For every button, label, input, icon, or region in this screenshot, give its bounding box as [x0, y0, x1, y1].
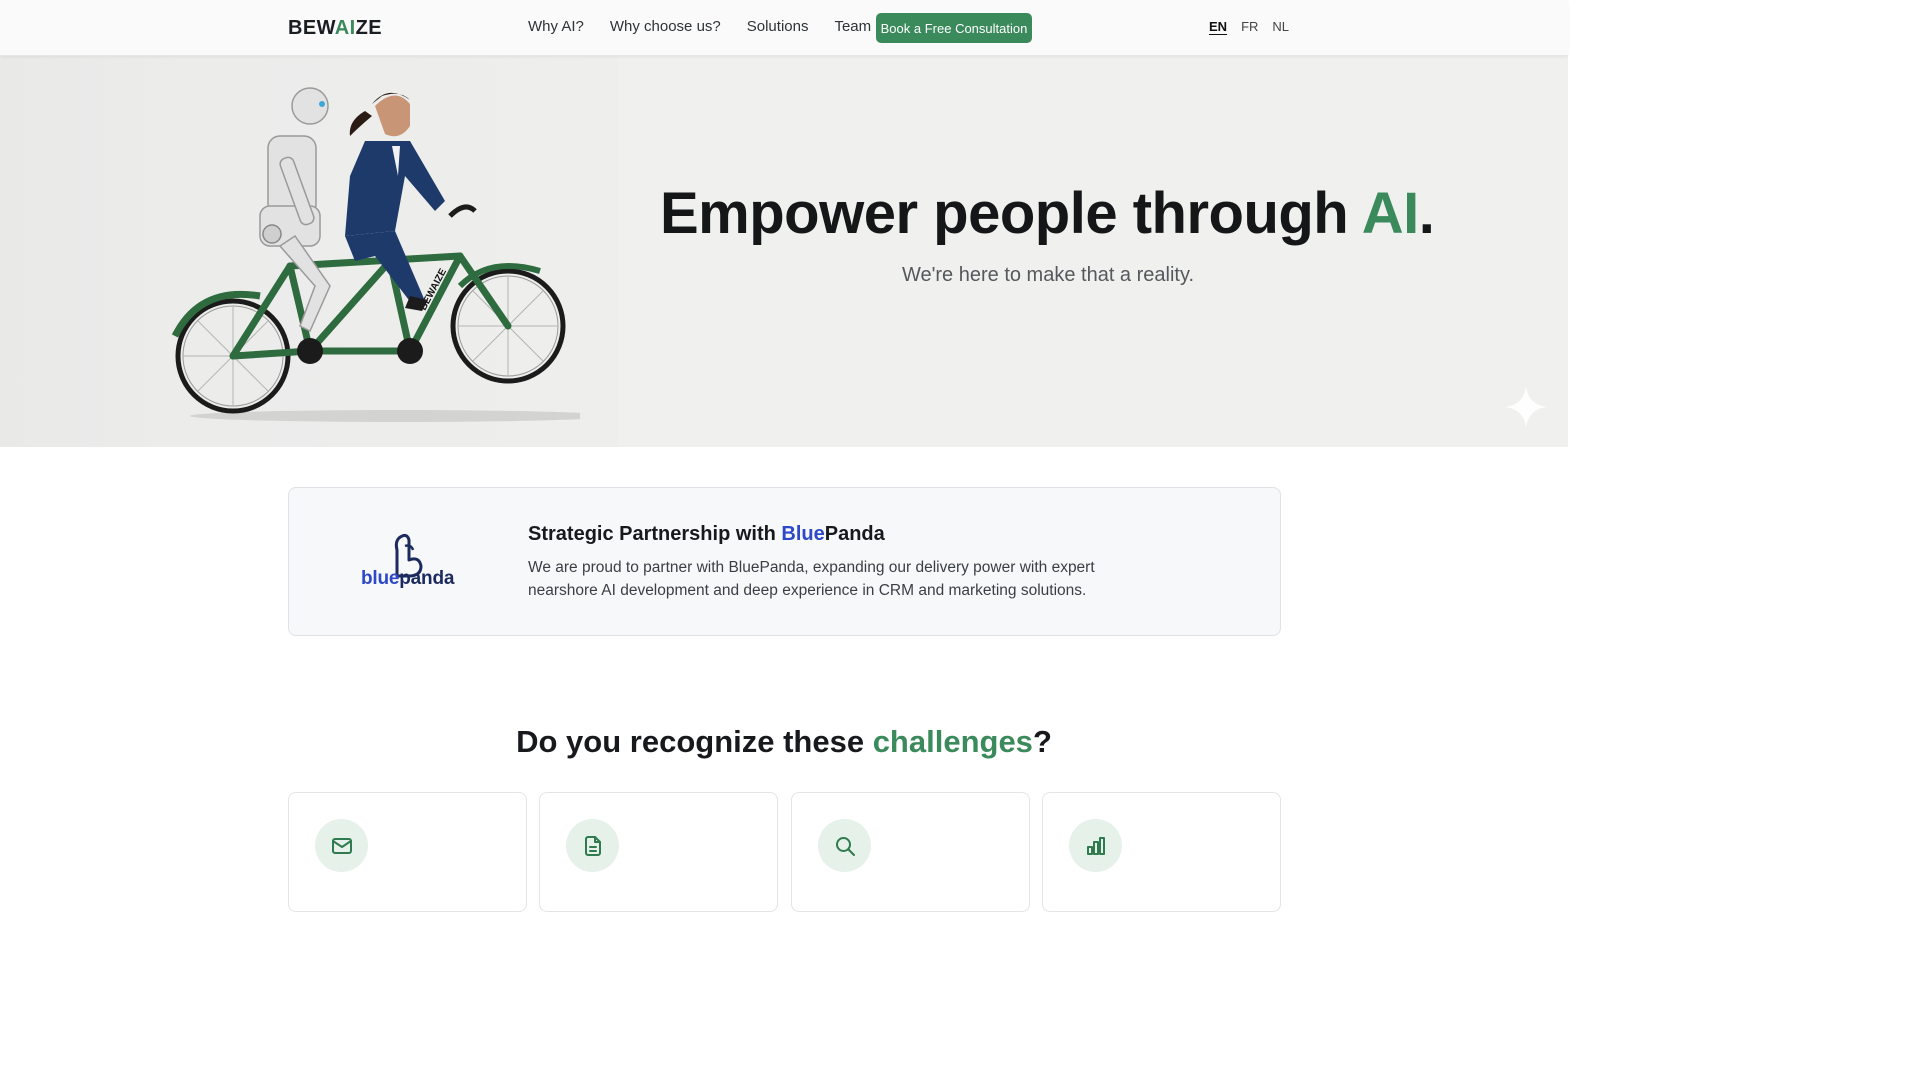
challenges-title-highlight: challenges [872, 724, 1033, 759]
hero-title-main: Empower people through [660, 181, 1362, 246]
search-icon [818, 819, 871, 872]
partnership-title-blue: Blue [781, 523, 825, 545]
hero-subtitle: We're here to make that a reality. [901, 264, 1195, 286]
partnership-description: We are proud to partner with BluePanda, … [528, 559, 1095, 599]
lang-en[interactable]: EN [1209, 19, 1227, 34]
bluepanda-logo-text: bluepanda [361, 568, 454, 590]
site-logo[interactable]: BEWAIZE [288, 17, 382, 40]
lang-fr[interactable]: FR [1241, 19, 1258, 34]
challenges-title: Do you recognize these challenges? [0, 724, 1568, 760]
partnership-title-panda: Panda [824, 523, 885, 545]
main-nav: Why AI? Why choose us? Solutions Team [528, 18, 871, 35]
bluepanda-logo-panda: panda [399, 568, 455, 589]
challenge-card-chart[interactable] [1042, 792, 1281, 912]
book-consultation-button[interactable]: Book a Free Consultation [876, 13, 1032, 43]
challenge-card-search[interactable] [791, 792, 1030, 912]
language-switcher: EN FR NL [1209, 19, 1289, 34]
logo-suffix: ZE [355, 17, 382, 39]
challenge-card-document[interactable] [539, 792, 778, 912]
mail-icon [315, 819, 368, 872]
logo-prefix: BEW [288, 17, 335, 39]
tandem-bike-illustration: BEWAIZE [171, 87, 580, 422]
logo-ai: AI [334, 17, 356, 39]
nav-why-choose-us[interactable]: Why choose us? [610, 18, 721, 35]
hero-title-end: . [1418, 181, 1435, 246]
site-header: BEWAIZE Why AI? Why choose us? Solutions… [0, 0, 1568, 56]
bluepanda-logo-blue: blue [361, 568, 400, 589]
nav-team[interactable]: Team [834, 18, 871, 35]
nav-why-ai[interactable]: Why AI? [528, 18, 584, 35]
document-icon [566, 819, 619, 872]
partnership-title: Strategic Partnership with BluePanda [528, 523, 885, 546]
bar-chart-icon [1069, 819, 1122, 872]
challenge-card-mail[interactable] [288, 792, 527, 912]
challenges-title-prefix: Do you recognize these [516, 724, 873, 759]
lang-nl[interactable]: NL [1272, 19, 1289, 34]
sparkle-icon [1505, 386, 1547, 428]
hero-title-ai: AI [1361, 181, 1420, 246]
nav-solutions[interactable]: Solutions [747, 18, 809, 35]
partnership-title-prefix: Strategic Partnership with [528, 523, 782, 545]
hero-section: BEWAIZE Empower people through AI. We're… [0, 56, 1568, 447]
partnership-card: bluepanda Strategic Partnership with Blu… [288, 487, 1281, 636]
challenges-title-suffix: ? [1032, 724, 1052, 759]
hero-title: Empower people through AI. [660, 180, 1440, 247]
